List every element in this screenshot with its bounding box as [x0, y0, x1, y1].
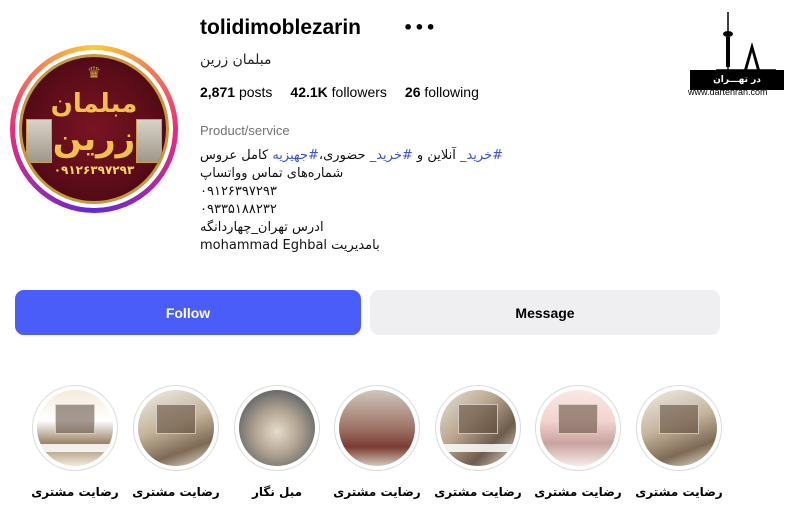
- avatar-brand-line1: مبلمان: [50, 89, 138, 119]
- avatar-side-photo-left: [26, 119, 52, 163]
- highlight-ring: [334, 385, 420, 471]
- highlight-thumbnail: [641, 390, 717, 466]
- full-name: مبلمان زرین: [200, 52, 272, 68]
- milad-tower-icon: [716, 12, 776, 72]
- bio-phone-1: ۰۹۱۲۶۳۹۷۲۹۳: [200, 184, 277, 199]
- avatar-side-photo-right: [136, 119, 162, 163]
- highlight-item[interactable]: رضایت مشتری: [132, 385, 220, 499]
- highlight-item[interactable]: رضایت مشتری: [31, 385, 119, 499]
- profile-avatar[interactable]: ♛ مبلمان زرین ۰۹۱۲۶۳۹۷۲۹۳: [10, 45, 178, 213]
- highlight-label: رضایت مشتری: [132, 485, 220, 499]
- highlight-ring: [133, 385, 219, 471]
- avatar-brand-line2: زرین: [52, 119, 136, 159]
- bio-line-2: شماره‌های تماس وواتساپ: [200, 166, 344, 181]
- username: tolidimoblezarin: [200, 16, 362, 39]
- hashtag-link[interactable]: #خرید_: [460, 148, 503, 163]
- hashtag-link[interactable]: #جهیزیه: [272, 148, 319, 163]
- highlight-thumbnail: [540, 390, 616, 466]
- highlight-item[interactable]: رضایت مشتری: [333, 385, 421, 499]
- bio-line-1: #خرید_ آنلاین و #خرید_ حضوری،#جهیزیه کام…: [200, 148, 504, 163]
- highlight-item[interactable]: رضایت مشتری: [434, 385, 522, 499]
- highlight-ring: [435, 385, 521, 471]
- more-horizontal-icon[interactable]: •••: [403, 18, 437, 37]
- highlight-label: رضایت مشتری: [333, 485, 421, 499]
- story-highlights: رضایت مشتری رضایت مشتری مبل نگار رضایت م…: [0, 385, 799, 505]
- hashtag-link[interactable]: #خرید_: [370, 148, 413, 163]
- highlight-label: رضایت مشتری: [534, 485, 622, 499]
- highlight-thumbnail: [37, 390, 113, 466]
- followers-count[interactable]: 42.1K followers: [290, 84, 387, 100]
- highlight-thumbnail: [138, 390, 214, 466]
- highlight-label: مبل نگار: [251, 485, 303, 499]
- bio-manager: mohammad Eghbal بامدیریت: [200, 238, 380, 253]
- profile-bio: #خرید_ آنلاین و #خرید_ حضوری،#جهیزیه کام…: [200, 147, 503, 255]
- highlight-thumbnail: [239, 390, 315, 466]
- highlight-label: رضایت مشتری: [31, 485, 119, 499]
- posts-count[interactable]: 2,871 posts: [200, 84, 272, 100]
- profile-stats: 2,871 posts 42.1K followers 26 following: [200, 84, 479, 100]
- avatar-phone: ۰۹۱۲۶۳۹۷۲۹۳: [53, 163, 135, 177]
- following-count[interactable]: 26 following: [405, 84, 479, 100]
- highlight-thumbnail: [440, 390, 516, 466]
- bio-address: ادرس تهران_چهاردانگه: [200, 220, 324, 235]
- bio-phone-2: ۰۹۳۳۵۱۸۸۲۳۲: [200, 202, 277, 217]
- highlight-item[interactable]: رضایت مشتری: [635, 385, 723, 499]
- highlight-ring: [535, 385, 621, 471]
- logo-url: www.dartehran.com: [688, 87, 768, 97]
- crown-icon: ♛: [86, 63, 102, 82]
- highlight-label: رضایت مشتری: [434, 485, 522, 499]
- avatar-image: ♛ مبلمان زرین ۰۹۱۲۶۳۹۷۲۹۳: [19, 54, 169, 204]
- profile-category: Product/service: [200, 123, 290, 138]
- highlight-ring: [32, 385, 118, 471]
- highlight-thumbnail: [339, 390, 415, 466]
- highlight-item[interactable]: مبل نگار: [233, 385, 321, 499]
- highlight-label: رضایت مشتری: [635, 485, 723, 499]
- highlight-item[interactable]: رضایت مشتری: [534, 385, 622, 499]
- follow-button[interactable]: Follow: [15, 290, 361, 335]
- avatar-frame: ♛ مبلمان زرین ۰۹۱۲۶۳۹۷۲۹۳: [15, 50, 173, 208]
- highlight-ring: [234, 385, 320, 471]
- dartehran-logo: در تهـــران www.dartehran.com: [688, 12, 788, 102]
- message-button[interactable]: Message: [370, 290, 720, 335]
- highlight-ring: [636, 385, 722, 471]
